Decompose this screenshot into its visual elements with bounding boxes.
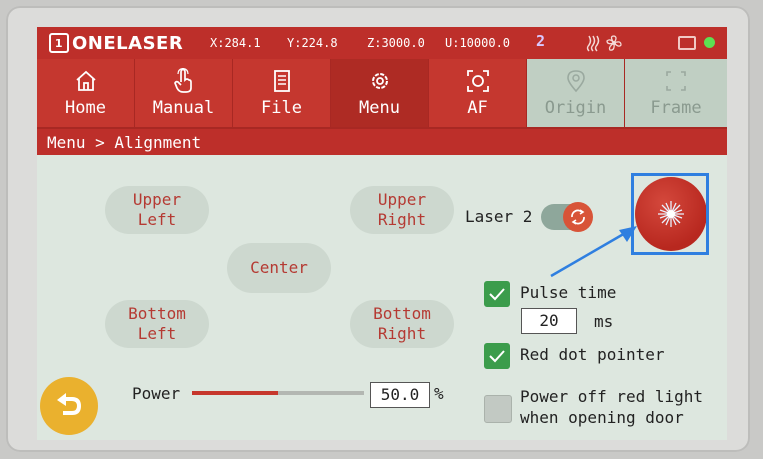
- tab-manual[interactable]: Manual: [135, 59, 234, 127]
- tab-manual-label: Manual: [152, 98, 215, 118]
- frame-icon: [665, 68, 687, 94]
- z-coordinate: Z:3000.0: [367, 36, 425, 50]
- hand-pointer-icon: [172, 68, 196, 94]
- back-button[interactable]: [40, 377, 98, 435]
- logo-mark: 1: [49, 33, 69, 53]
- checkmark-icon: [489, 350, 505, 363]
- x-coordinate: X:284.1: [210, 36, 261, 50]
- upper-left-button[interactable]: Upper Left: [105, 186, 209, 234]
- status-bar: 1 ONELASER X:284.1 Y:224.8 Z:3000.0 U:10…: [37, 27, 727, 59]
- undo-arrow-icon: [57, 393, 82, 415]
- tab-origin-label: Origin: [544, 98, 607, 118]
- power-unit: %: [434, 384, 444, 403]
- pulse-time-checkbox[interactable]: [484, 281, 510, 307]
- power-input[interactable]: 50.0: [370, 382, 430, 408]
- bottom-left-button[interactable]: Bottom Left: [105, 300, 209, 348]
- active-laser-number: 2: [536, 32, 546, 50]
- y-coordinate: Y:224.8: [287, 36, 338, 50]
- tab-home-label: Home: [65, 98, 106, 118]
- tab-file-label: File: [261, 98, 302, 118]
- touch-screen: 1 ONELASER X:284.1 Y:224.8 Z:3000.0 U:10…: [37, 27, 727, 440]
- red-dot-label: Red dot pointer: [520, 345, 665, 364]
- nav-tabs: Home Manual File Menu AF Origin Frame: [37, 59, 727, 127]
- home-icon: [74, 68, 98, 94]
- power-slider-fill: [192, 391, 278, 395]
- autofocus-icon: [466, 68, 490, 94]
- tab-frame[interactable]: Frame: [625, 59, 727, 127]
- pulse-time-unit: ms: [594, 312, 614, 331]
- bottom-right-button[interactable]: Bottom Right: [350, 300, 454, 348]
- tab-af-label: AF: [467, 98, 488, 118]
- tab-menu-label: Menu: [359, 98, 400, 118]
- brand-name: ONELASER: [72, 32, 184, 54]
- document-icon: [272, 68, 292, 94]
- red-dot-checkbox[interactable]: [484, 343, 510, 369]
- breadcrumb: Menu > Alignment: [37, 127, 727, 155]
- power-off-red-light-label: Power off red light when opening door: [520, 387, 704, 427]
- laser-select-label: Laser 2: [465, 207, 533, 226]
- storage-icon: [678, 36, 696, 50]
- tab-file[interactable]: File: [233, 59, 332, 127]
- tab-home[interactable]: Home: [37, 59, 136, 127]
- pulse-time-label: Pulse time: [520, 283, 617, 302]
- tab-af[interactable]: AF: [429, 59, 528, 127]
- pointer-arrow: [550, 226, 637, 278]
- brand-logo: 1 ONELASER: [49, 31, 183, 55]
- tab-menu[interactable]: Menu: [331, 59, 430, 127]
- power-slider[interactable]: [192, 391, 364, 395]
- gear-icon: [368, 68, 392, 94]
- air-fan-icon: [585, 33, 625, 57]
- pulse-time-input[interactable]: 20: [521, 308, 577, 334]
- connection-status-dot: [704, 37, 715, 48]
- checkmark-icon: [489, 288, 505, 301]
- power-off-red-light-checkbox[interactable]: [484, 395, 512, 423]
- upper-right-button[interactable]: Upper Right: [350, 186, 454, 234]
- center-button[interactable]: Center: [227, 243, 331, 293]
- u-coordinate: U:10000.0: [445, 36, 511, 50]
- tab-frame-label: Frame: [650, 98, 702, 118]
- location-pin-icon: [566, 68, 586, 94]
- power-label: Power: [132, 384, 181, 403]
- tab-origin[interactable]: Origin: [527, 59, 626, 127]
